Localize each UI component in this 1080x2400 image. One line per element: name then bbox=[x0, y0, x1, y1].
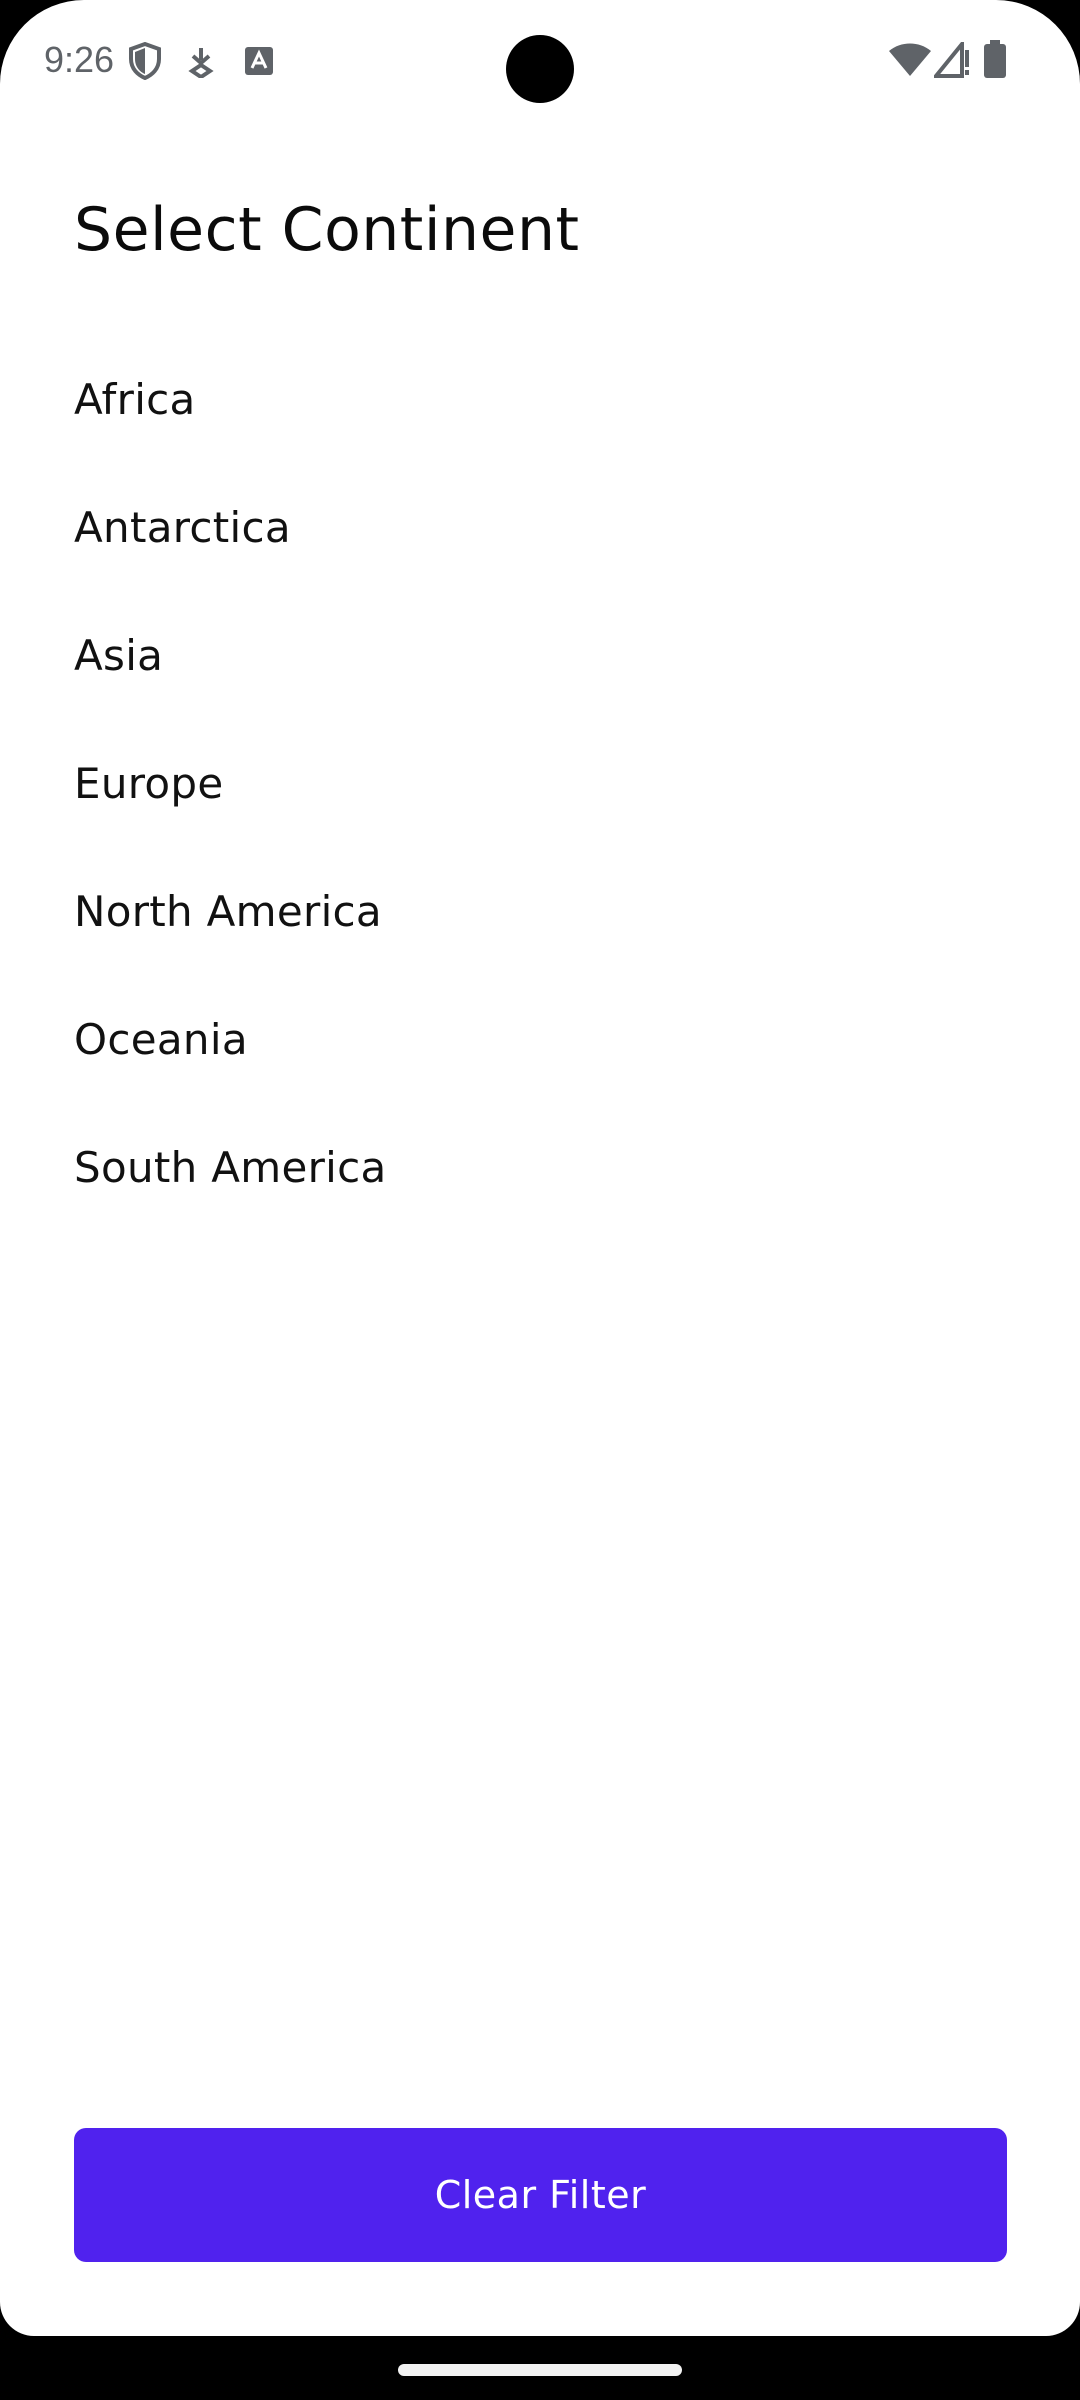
page-title: Select Continent bbox=[74, 195, 580, 265]
wifi-icon bbox=[889, 43, 931, 76]
shield-icon bbox=[129, 42, 161, 80]
download-icon bbox=[188, 48, 214, 78]
camera-cutout bbox=[506, 35, 574, 103]
battery-icon bbox=[984, 40, 1006, 78]
app-screen: 9:26 Select Continent Africa Antarctica … bbox=[0, 0, 1080, 2336]
continent-list: Africa Antarctica Asia Europe North Amer… bbox=[0, 336, 1080, 1232]
continent-item-asia[interactable]: Asia bbox=[0, 592, 1080, 720]
continent-item-europe[interactable]: Europe bbox=[0, 720, 1080, 848]
continent-item-oceania[interactable]: Oceania bbox=[0, 976, 1080, 1104]
continent-item-north-america[interactable]: North America bbox=[0, 848, 1080, 976]
navigation-gesture-handle[interactable] bbox=[398, 2364, 682, 2376]
continent-item-africa[interactable]: Africa bbox=[0, 336, 1080, 464]
continent-item-south-america[interactable]: South America bbox=[0, 1104, 1080, 1232]
status-bar: 9:26 bbox=[0, 0, 1080, 120]
cellular-signal-icon bbox=[934, 42, 969, 78]
font-a-icon bbox=[245, 47, 273, 75]
clear-filter-button[interactable]: Clear Filter bbox=[74, 2128, 1007, 2262]
status-time: 9:26 bbox=[44, 39, 115, 80]
continent-item-antarctica[interactable]: Antarctica bbox=[0, 464, 1080, 592]
